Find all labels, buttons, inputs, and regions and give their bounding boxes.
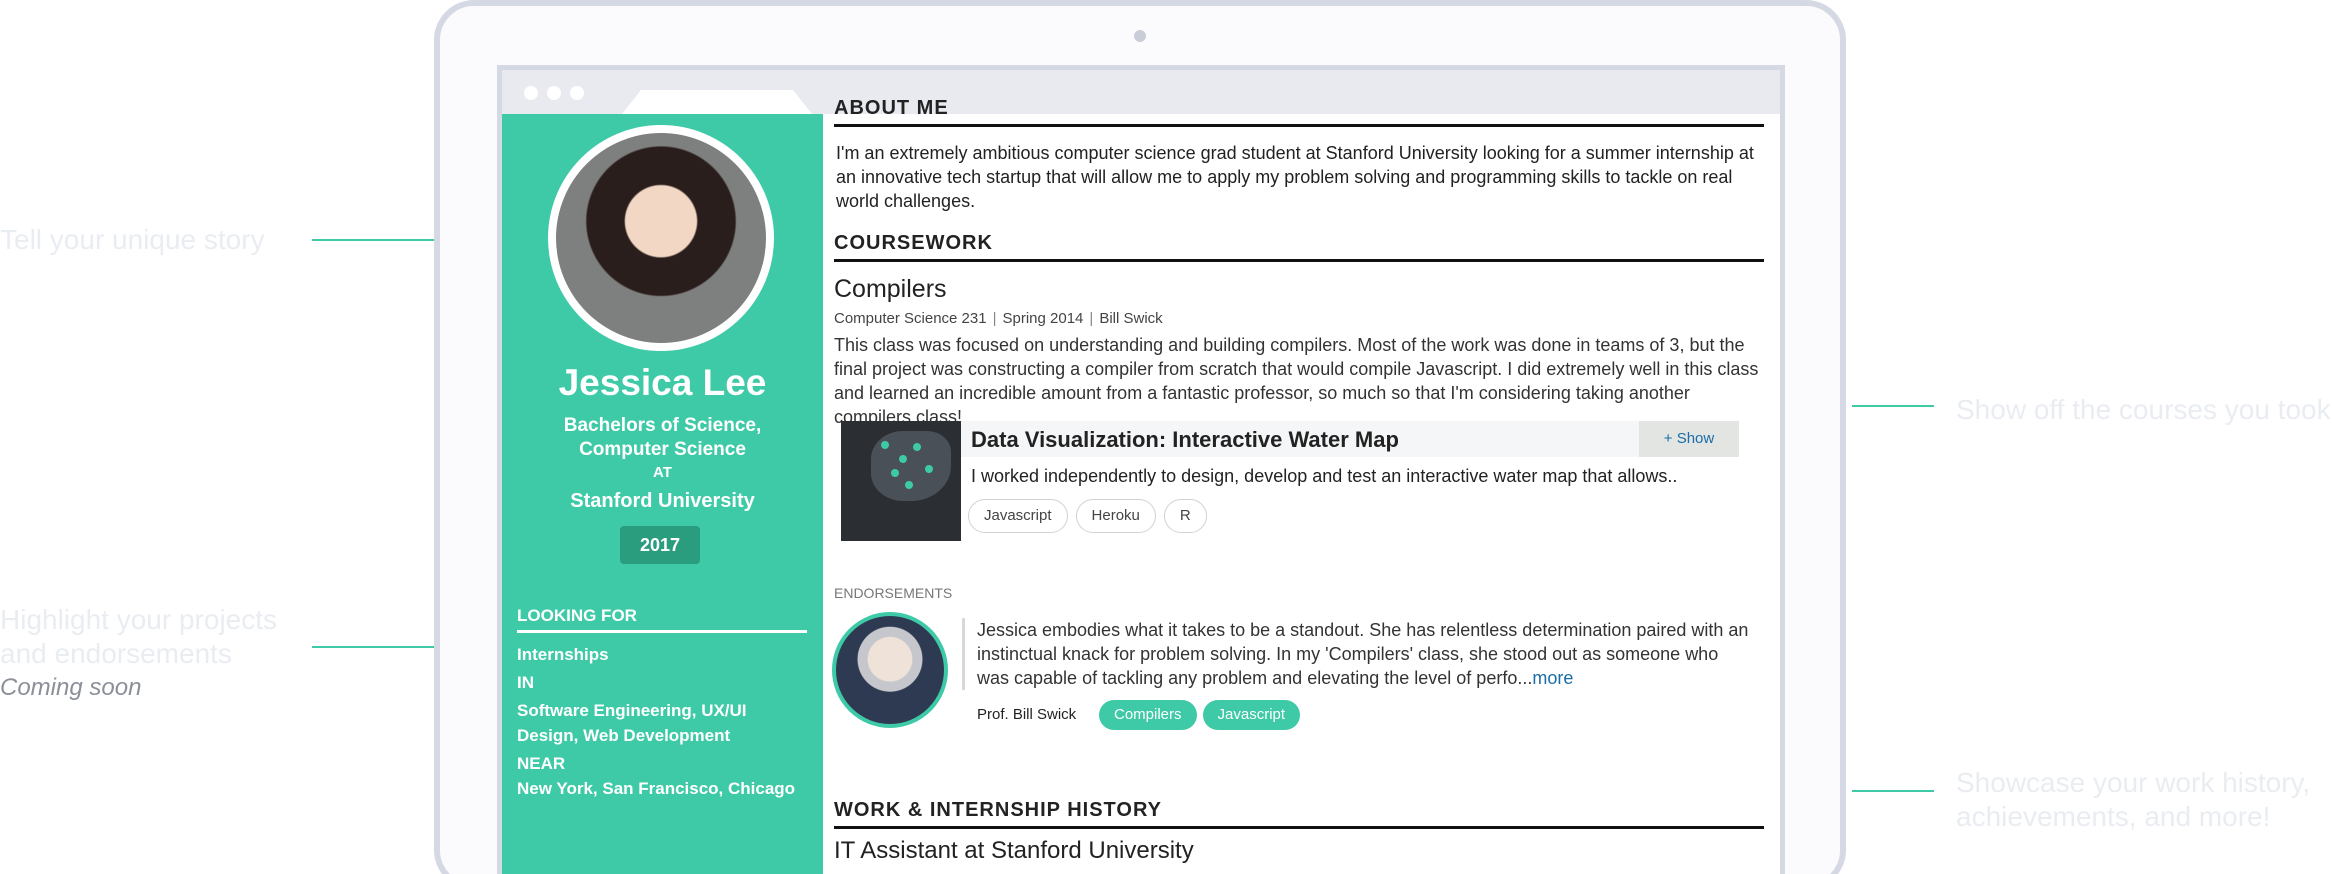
close-window-icon[interactable] [524,86,538,100]
callout-connector [1852,405,1934,407]
map-point [925,465,933,473]
graduation-year-badge: 2017 [620,526,700,564]
profile-degree: Bachelors of Science, Computer Science [502,414,823,462]
looking-for-heading: LOOKING FOR [517,606,807,633]
about-text: I'm an extremely ambitious computer scie… [836,143,1754,211]
endorsement-quote: Jessica embodies what it takes to be a s… [962,618,1752,690]
callout-courses-text: Show off the courses you took [1956,394,2331,425]
course-title: Compilers [834,275,947,303]
project-description: I worked independently to design, develo… [971,466,1678,486]
callout-work-line2: achievements, and more! [1956,801,2271,832]
looking-fields-line2: Design, Web Development [517,726,731,745]
profile-sidebar: Jessica Lee Bachelors of Science, Comput… [502,114,823,874]
show-project-button[interactable]: + Show [1639,421,1739,457]
avatar [556,133,766,343]
callout-connector [312,646,434,648]
endorsements-label: ENDORSEMENTS [834,585,953,601]
map-point [891,469,899,477]
looking-in-label: IN [517,673,534,692]
browser-tab[interactable] [622,90,812,114]
separator: | [1089,310,1094,327]
map-point [905,481,913,489]
profile-main: ABOUT ME I'm an extremely ambitious comp… [832,0,1764,864]
project-title[interactable]: Data Visualization: Interactive Water Ma… [971,427,1399,453]
callout-work: Showcase your work history, achievements… [1956,766,2310,834]
endorsement-tag[interactable]: Javascript [1202,700,1301,730]
more-link[interactable]: more [1532,668,1573,688]
looking-for-details: Internships IN Software Engineering, UX/… [517,642,817,801]
project-card: Data Visualization: Interactive Water Ma… [841,421,1739,543]
looking-locations: New York, San Francisco, Chicago [517,779,796,798]
maximize-window-icon[interactable] [570,86,584,100]
endorsement-tags: Compilers Javascript [1099,700,1301,730]
project-tag[interactable]: Heroku [1075,499,1156,533]
course-code: Computer Science 231 [834,310,987,327]
project-thumbnail [841,421,961,541]
work-heading: WORK & INTERNSHIP HISTORY [834,799,1764,829]
course-term: Spring 2014 [1002,310,1084,327]
project-tags: Javascript Heroku R [968,499,1207,533]
callout-connector [1852,790,1934,792]
profile-name: Jessica Lee [558,362,767,403]
callout-work-line1: Showcase your work history, [1956,767,2311,798]
project-tag[interactable]: Javascript [968,499,1068,533]
at-label: AT [653,464,672,481]
callout-projects: Highlight your projects and endorsements… [0,603,277,705]
project-header: Data Visualization: Interactive Water Ma… [961,421,1739,457]
course-meta: Computer Science 231 | Spring 2014 | Bill Sw… [834,310,1163,327]
map-point [899,455,907,463]
callout-projects-line2: and endorsements [0,638,232,669]
callout-courses: Show off the courses you took [1956,393,2331,427]
about-heading: ABOUT ME [834,97,1764,127]
map-point [881,441,889,449]
endorsement-text: Jessica embodies what it takes to be a s… [977,620,1749,688]
profile-university: Stanford University [570,490,755,512]
degree-line2: Computer Science [579,439,746,460]
course-instructor: Bill Swick [1099,310,1163,327]
callout-coming-soon: Coming soon [0,674,142,701]
avatar-frame [548,125,774,351]
separator: | [992,310,997,327]
map-point [913,443,921,451]
endorser-name: Prof. Bill Swick [977,706,1077,723]
callout-connector [312,239,434,241]
work-entry-title: IT Assistant at Stanford University [834,837,1194,864]
looking-type: Internships [517,645,609,664]
endorser-avatar [832,612,948,728]
callout-projects-line1: Highlight your projects [0,604,278,635]
minimize-window-icon[interactable] [547,86,561,100]
window-controls [524,86,584,100]
callout-story-text: Tell your unique story [0,224,265,255]
looking-fields-line1: Software Engineering, UX/UI [517,701,747,720]
course-description: This class was focused on understanding … [834,335,1759,427]
degree-line1: Bachelors of Science, [563,415,762,436]
callout-story: Tell your unique story [0,223,265,257]
coursework-heading: COURSEWORK [834,232,1764,262]
looking-near-label: NEAR [517,754,566,773]
project-tag[interactable]: R [1163,499,1207,533]
endorsement-tag[interactable]: Compilers [1099,700,1197,730]
